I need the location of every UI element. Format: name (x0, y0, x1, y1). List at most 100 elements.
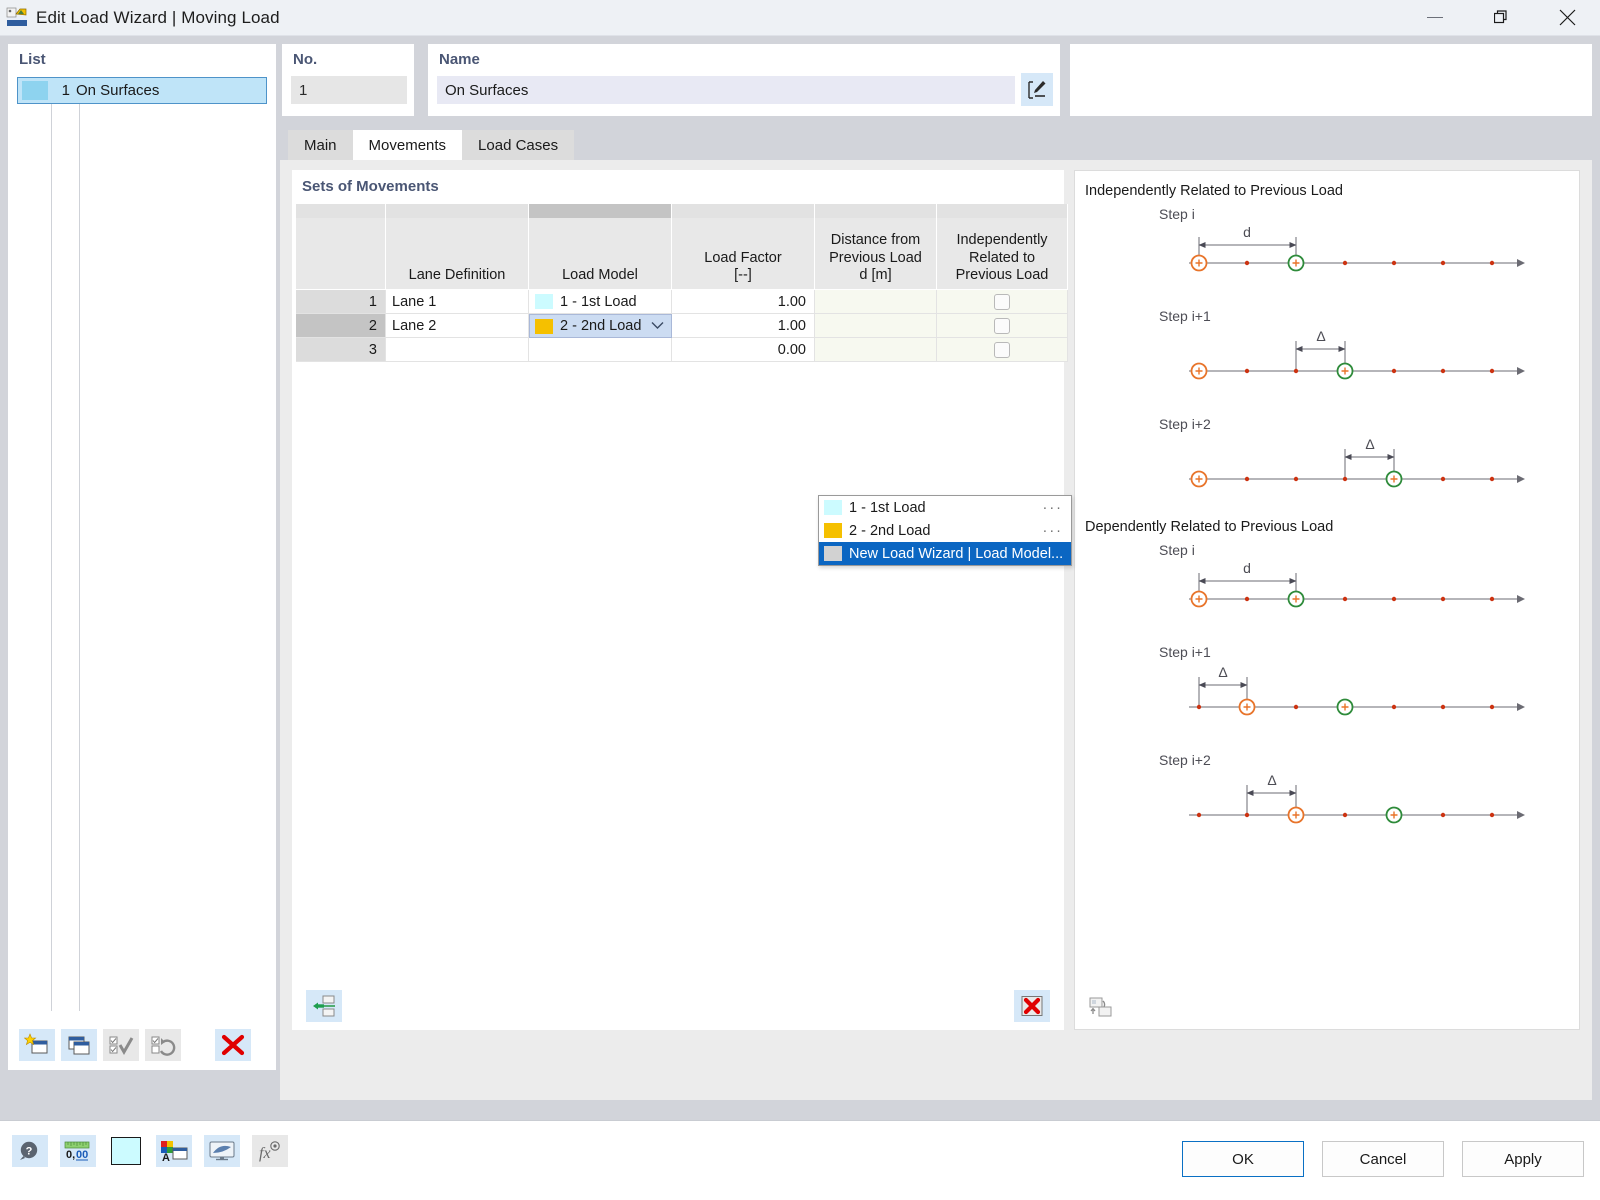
display-properties-icon[interactable]: A (156, 1135, 192, 1167)
colsel-distance[interactable] (815, 204, 937, 218)
colsel-idx[interactable] (296, 204, 386, 218)
diagram-section-title-dependent: Dependently Related to Previous Load (1085, 519, 1334, 535)
cell-lane-definition[interactable]: Lane 1 (386, 290, 529, 314)
window-title: Edit Load Wizard | Moving Load (36, 7, 280, 27)
cell-load-model[interactable] (529, 338, 672, 362)
select-all-icon[interactable] (103, 1029, 139, 1061)
option-color-swatch (824, 523, 842, 538)
apply-button[interactable]: Apply (1462, 1141, 1584, 1177)
cell-load-factor[interactable]: 1.00 (672, 290, 815, 314)
colsel-model[interactable] (529, 204, 672, 218)
invert-selection-icon[interactable] (145, 1029, 181, 1061)
colsel-independent[interactable] (937, 204, 1068, 218)
name-panel: Name On Surfaces (428, 44, 1060, 116)
ok-button[interactable]: OK (1182, 1141, 1304, 1177)
cell-independent[interactable] (937, 314, 1068, 338)
header-lane-definition-label: Lane Definition (408, 267, 506, 284)
table-toolbar-right (1014, 990, 1050, 1022)
header-independent: Independently Related to Previous Load (937, 218, 1068, 290)
table-row[interactable]: 2 Lane 2 2 - 2nd Load 1.00 (296, 314, 1068, 338)
chevron-down-icon[interactable] (651, 318, 664, 334)
step-label: Step i+1 (1159, 308, 1211, 324)
no-panel-title: No. (293, 51, 318, 68)
list-item[interactable]: 1 On Surfaces (17, 77, 267, 104)
cell-independent[interactable] (937, 338, 1068, 362)
load-model-combobox[interactable]: 2 - 2nd Load (529, 314, 672, 338)
restore-button[interactable] (1468, 0, 1534, 36)
cell-lane-definition[interactable]: Lane 2 (386, 314, 529, 338)
bottom-bar: ? 0, 00 A fx OK Cancel Apply (0, 1120, 1600, 1200)
row-index[interactable]: 2 (296, 314, 386, 338)
colsel-factor[interactable] (672, 204, 815, 218)
independent-checkbox[interactable] (994, 293, 1010, 310)
cell-distance[interactable] (815, 314, 937, 338)
color-preview-icon[interactable] (108, 1135, 144, 1167)
row-index[interactable]: 3 (296, 338, 386, 362)
formula-icon[interactable]: fx (252, 1135, 288, 1167)
list-panel: List 1 On Surfaces (8, 44, 276, 1070)
edit-name-icon[interactable] (1021, 73, 1053, 106)
name-panel-title: Name (439, 51, 480, 68)
diagram-panel: Independently Related to Previous Load S… (1074, 170, 1580, 1030)
svg-text:?: ? (26, 1146, 33, 1158)
cell-independent[interactable] (937, 290, 1068, 314)
step-label: Step i+2 (1159, 752, 1211, 768)
help-icon[interactable]: ? (12, 1135, 48, 1167)
header-distance: Distance from Previous Load d [m] (815, 218, 937, 290)
dialog-buttons: OK Cancel Apply (1182, 1141, 1584, 1177)
movements-table: Lane Definition Load Model Load Factor [-… (296, 204, 1068, 362)
option-more-icon[interactable]: ··· (1043, 523, 1064, 539)
sets-of-movements-title: Sets of Movements (302, 178, 439, 195)
option-color-swatch (824, 500, 842, 515)
list-column-divider-1 (51, 77, 52, 1011)
cell-load-model[interactable]: 1 - 1st Load (529, 290, 672, 314)
cell-distance[interactable] (815, 290, 937, 314)
dropdown-option-new-load-wizard[interactable]: New Load Wizard | Load Model... (819, 542, 1071, 565)
cell-distance[interactable] (815, 338, 937, 362)
header-load-factor-label: Load Factor [--] (704, 249, 782, 284)
header-load-model-label: Load Model (562, 267, 638, 284)
rendering-icon[interactable] (204, 1135, 240, 1167)
independent-checkbox[interactable] (994, 317, 1010, 334)
diagram-options-icon[interactable] (1083, 991, 1119, 1023)
table-row[interactable]: 3 0.00 (296, 338, 1068, 362)
tab-load-cases[interactable]: Load Cases (462, 130, 575, 160)
svg-text:A: A (162, 1152, 170, 1163)
cell-load-factor[interactable]: 0.00 (672, 338, 815, 362)
tab-movements[interactable]: Movements (352, 130, 463, 160)
dropdown-option-label: 1 - 1st Load (849, 499, 926, 516)
dropdown-option[interactable]: 2 - 2nd Load ··· (819, 519, 1071, 542)
sets-of-movements-panel: Sets of Movements Lane Definition Load M… (292, 170, 1072, 1030)
import-table-icon[interactable] (306, 990, 342, 1022)
decimal-places-icon[interactable]: 0, 00 (60, 1135, 96, 1167)
new-entry-icon[interactable] (19, 1029, 55, 1061)
independent-checkbox[interactable] (994, 341, 1010, 358)
delete-entry-icon[interactable] (215, 1029, 251, 1061)
load-model-dropdown-list[interactable]: 1 - 1st Load ··· 2 - 2nd Load ··· New Lo… (818, 495, 1072, 566)
dropdown-option-label: 2 - 2nd Load (849, 522, 931, 539)
option-color-swatch (824, 546, 842, 561)
colsel-lane[interactable] (386, 204, 529, 218)
list-item-number: 1 (61, 82, 70, 99)
table-row[interactable]: 1 Lane 1 1 - 1st Load 1.00 (296, 290, 1068, 314)
minimize-button[interactable] (1402, 0, 1468, 36)
row-index[interactable]: 1 (296, 290, 386, 314)
close-button[interactable] (1534, 0, 1600, 36)
load-model-color-swatch (535, 294, 553, 309)
cell-lane-definition[interactable] (386, 338, 529, 362)
cell-load-factor[interactable]: 1.00 (672, 314, 815, 338)
table-header: Lane Definition Load Model Load Factor [-… (296, 218, 1068, 290)
cancel-button[interactable]: Cancel (1322, 1141, 1444, 1177)
dim-label: Δ (1316, 328, 1325, 344)
header-load-model: Load Model (529, 218, 672, 290)
tab-main[interactable]: Main (288, 130, 353, 160)
copy-entry-icon[interactable] (61, 1029, 97, 1061)
no-input[interactable]: 1 (291, 76, 407, 104)
name-input[interactable]: On Surfaces (437, 76, 1015, 104)
header-lane-definition: Lane Definition (386, 218, 529, 290)
dim-label: d (1243, 560, 1251, 576)
list-divider (17, 75, 267, 76)
option-more-icon[interactable]: ··· (1043, 500, 1064, 516)
dropdown-option[interactable]: 1 - 1st Load ··· (819, 496, 1071, 519)
delete-row-icon[interactable] (1014, 990, 1050, 1022)
